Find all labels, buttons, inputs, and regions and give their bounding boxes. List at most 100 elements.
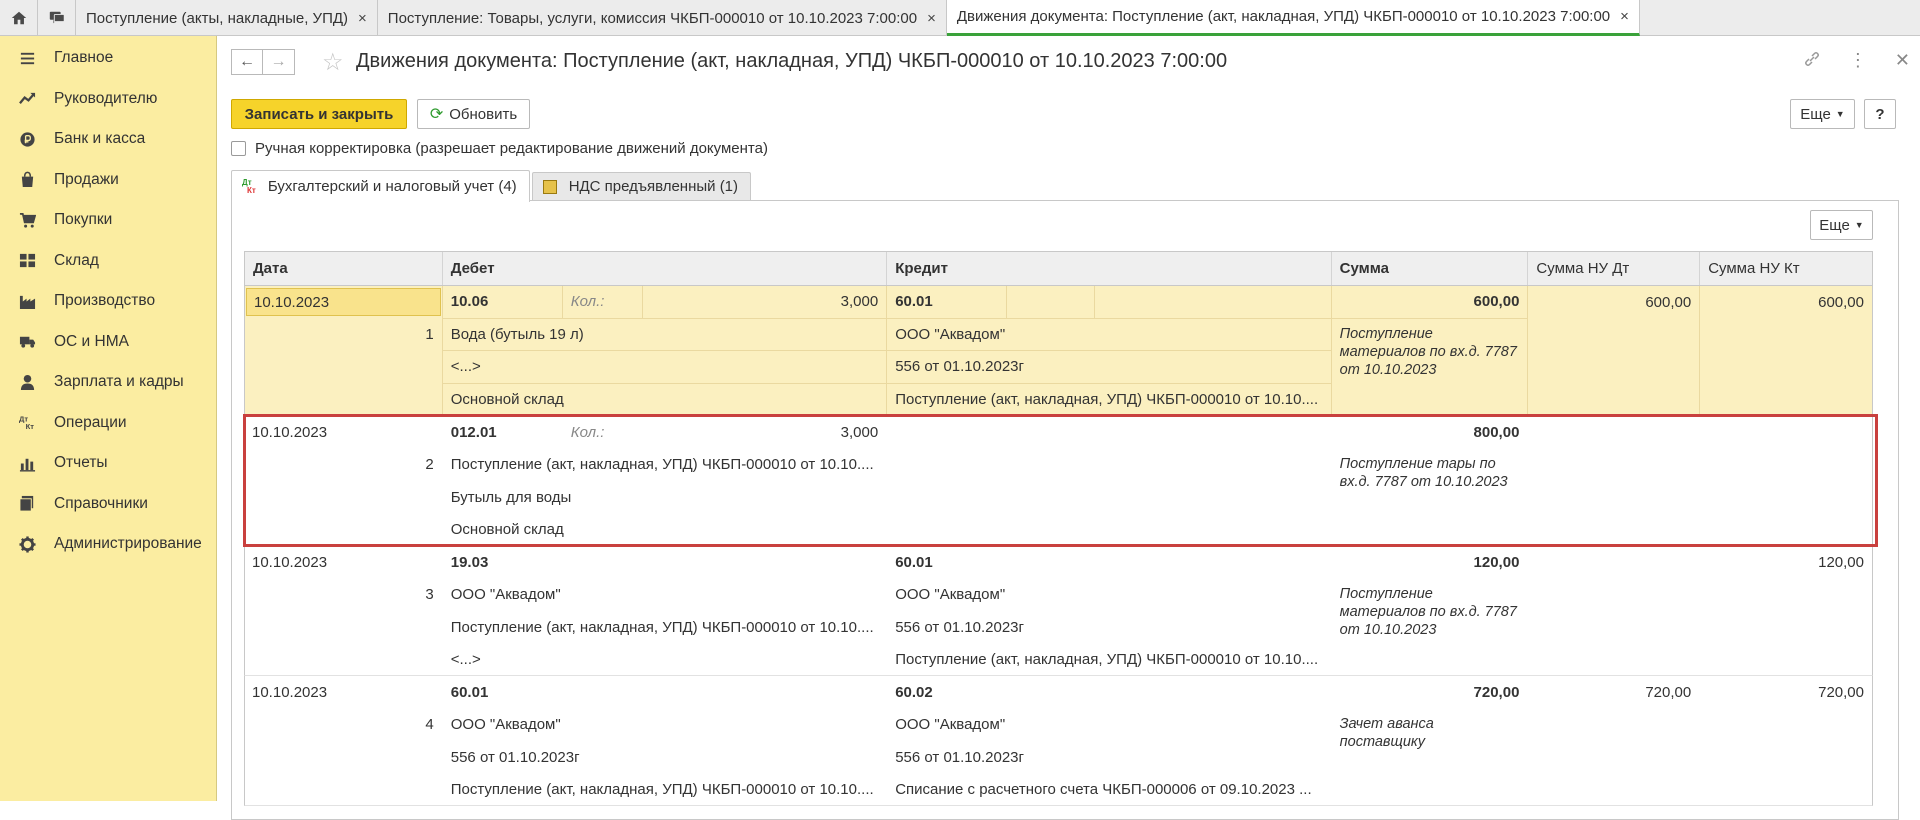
- credit-subconto-1[interactable]: ООО "Аквадом": [887, 579, 1330, 612]
- debit-subconto-2[interactable]: <...>: [442, 351, 887, 384]
- sidebar-item-production[interactable]: Производство: [0, 281, 216, 322]
- sidebar-item-sales[interactable]: Продажи: [0, 160, 216, 201]
- help-button[interactable]: ?: [1864, 99, 1896, 129]
- amount-cell[interactable]: 120,00: [1332, 546, 1528, 579]
- amount-cell[interactable]: 800,00: [1332, 416, 1528, 449]
- credit-account[interactable]: [887, 416, 1330, 449]
- debit-subconto-1[interactable]: ООО "Аквадом": [443, 579, 886, 612]
- debit-subconto-2[interactable]: Бутыль для воды: [443, 481, 886, 514]
- close-icon[interactable]: ×: [358, 10, 367, 27]
- credit-account[interactable]: 60.01: [887, 546, 1330, 579]
- sidebar-item-operations[interactable]: Дт Кт Операции: [0, 403, 216, 444]
- amount-cell[interactable]: 600,00: [1331, 286, 1528, 319]
- quantity-label: Кол.:: [570, 423, 605, 441]
- debit-subconto-1[interactable]: Поступление (акт, накладная, УПД) ЧКБП-0…: [443, 449, 886, 482]
- column-header-date[interactable]: Дата: [245, 252, 443, 285]
- table-row[interactable]: 10.10.2023 2 012.01 Кол.: 3,000 Поступле…: [244, 416, 1873, 546]
- table-row[interactable]: 10.10.2023 3 19.03 ООО "Аквадом" Поступл…: [244, 546, 1873, 676]
- amount-cell[interactable]: 720,00: [1332, 676, 1528, 709]
- comment-cell[interactable]: Поступление материалов по вх.д. 7787 от …: [1332, 319, 1528, 379]
- manual-edit-checkbox-row[interactable]: Ручная корректировка (разрешает редактир…: [231, 140, 768, 157]
- debit-subconto-1[interactable]: Вода (бутыль 19 л): [442, 319, 887, 351]
- debit-subconto-3[interactable]: Поступление (акт, накладная, УПД) ЧКБП-0…: [443, 774, 886, 807]
- tax-amount-kt-cell[interactable]: [1700, 416, 1872, 449]
- sidebar-item-main[interactable]: Главное: [0, 38, 216, 79]
- debit-subconto-2[interactable]: 556 от 01.10.2023г: [443, 741, 886, 774]
- favorite-star-icon[interactable]: ☆: [322, 48, 344, 77]
- refresh-button[interactable]: ⟳ Обновить: [417, 99, 530, 129]
- forward-button[interactable]: →: [263, 49, 295, 75]
- credit-subconto-1[interactable]: ООО "Аквадом": [887, 319, 1331, 351]
- sidebar-item-bank[interactable]: Банк и касса: [0, 119, 216, 160]
- tax-amount-dt-cell[interactable]: 600,00: [1528, 286, 1699, 319]
- credit-subconto-3[interactable]: Поступление (акт, накладная, УПД) ЧКБП-0…: [887, 384, 1330, 417]
- credit-subconto-2[interactable]: 556 от 01.10.2023г: [887, 351, 1331, 384]
- window-tab-document-movements[interactable]: Движения документа: Поступление (акт, на…: [946, 0, 1640, 36]
- back-button[interactable]: ←: [231, 49, 263, 75]
- debit-subconto-1[interactable]: ООО "Аквадом": [443, 709, 886, 742]
- debit-subconto-3[interactable]: Основной склад: [443, 384, 886, 417]
- debit-account[interactable]: 012.01: [443, 416, 563, 449]
- credit-subconto-2[interactable]: 556 от 01.10.2023г: [887, 741, 1330, 774]
- column-header-debit[interactable]: Дебет: [443, 252, 888, 285]
- close-icon[interactable]: ×: [927, 10, 936, 27]
- credit-subconto-2[interactable]: 556 от 01.10.2023г: [887, 611, 1330, 644]
- sidebar-item-fixed-assets[interactable]: ОС и НМА: [0, 322, 216, 363]
- manual-edit-checkbox[interactable]: [231, 141, 246, 156]
- credit-subconto-3[interactable]: Списание с расчетного счета ЧКБП-000006 …: [887, 774, 1330, 807]
- sidebar-item-payroll[interactable]: Зарплата и кадры: [0, 362, 216, 403]
- save-and-close-button[interactable]: Записать и закрыть: [231, 99, 407, 129]
- credit-subconto-3[interactable]: Поступление (акт, накладная, УПД) ЧКБП-0…: [887, 644, 1330, 677]
- tax-amount-dt-cell[interactable]: [1528, 546, 1699, 579]
- date-cell[interactable]: 10.10.2023: [245, 678, 442, 706]
- window-tab-receipt-document[interactable]: Поступление: Товары, услуги, комиссия ЧК…: [378, 0, 947, 36]
- credit-subconto-1[interactable]: ООО "Аквадом": [887, 709, 1330, 742]
- debit-subconto-2[interactable]: Поступление (акт, накладная, УПД) ЧКБП-0…: [443, 611, 886, 644]
- comment-cell[interactable]: Поступление материалов по вх.д. 7787 от …: [1332, 579, 1528, 639]
- tax-amount-dt-cell[interactable]: [1528, 416, 1699, 449]
- sidebar-item-purchases[interactable]: Покупки: [0, 200, 216, 241]
- sidebar-item-warehouse[interactable]: Склад: [0, 241, 216, 282]
- table-more-button[interactable]: Еще ▼: [1810, 210, 1873, 240]
- link-icon[interactable]: [1803, 50, 1821, 73]
- table-row[interactable]: 10.10.2023 4 60.01 ООО "Аквадом" 556 от …: [244, 676, 1873, 806]
- debit-quantity[interactable]: 3,000: [643, 286, 886, 318]
- credit-account[interactable]: 60.01: [887, 286, 1008, 318]
- debit-account[interactable]: 19.03: [443, 546, 886, 579]
- home-icon[interactable]: [0, 0, 38, 36]
- sidebar-item-directories[interactable]: Справочники: [0, 484, 216, 525]
- truck-icon: [18, 333, 36, 351]
- chat-icon[interactable]: [38, 0, 76, 36]
- tax-amount-dt-cell[interactable]: 720,00: [1528, 676, 1699, 709]
- close-icon[interactable]: ×: [1620, 8, 1629, 25]
- comment-cell[interactable]: Зачет аванса поставщику: [1332, 709, 1528, 751]
- more-button[interactable]: Еще ▼: [1790, 99, 1855, 129]
- date-cell[interactable]: 10.10.2023: [245, 418, 442, 446]
- credit-quantity[interactable]: [1095, 286, 1330, 318]
- sidebar-item-manager[interactable]: Руководителю: [0, 79, 216, 120]
- column-header-credit[interactable]: Кредит: [887, 252, 1332, 285]
- column-header-amount[interactable]: Сумма: [1332, 252, 1529, 285]
- column-header-tax-amount-dt[interactable]: Сумма НУ Дт: [1528, 252, 1701, 285]
- debit-subconto-3[interactable]: Основной склад: [443, 514, 886, 547]
- debit-subconto-3[interactable]: <...>: [443, 644, 886, 677]
- debit-account[interactable]: 60.01: [443, 676, 886, 709]
- date-cell[interactable]: 10.10.2023: [246, 288, 441, 316]
- tax-amount-kt-cell[interactable]: 720,00: [1700, 676, 1872, 709]
- debit-quantity[interactable]: 3,000: [643, 416, 886, 449]
- sidebar-item-administration[interactable]: Администрирование: [0, 524, 216, 565]
- tab-vat[interactable]: НДС предъявленный (1): [531, 172, 752, 200]
- comment-cell[interactable]: Поступление тары по вх.д. 7787 от 10.10.…: [1332, 449, 1528, 491]
- column-header-tax-amount-kt[interactable]: Сумма НУ Кт: [1700, 252, 1872, 285]
- table-row[interactable]: 10.10.2023 1 10.06 Кол.: 3,000 Вода (бут…: [244, 286, 1873, 416]
- more-vertical-icon[interactable]: ⋮: [1849, 50, 1867, 73]
- credit-account[interactable]: 60.02: [887, 676, 1330, 709]
- date-cell[interactable]: 10.10.2023: [245, 548, 442, 576]
- close-icon[interactable]: ✕: [1895, 50, 1910, 73]
- window-tab-receipts-list[interactable]: Поступление (акты, накладные, УПД) ×: [76, 0, 378, 36]
- debit-account[interactable]: 10.06: [443, 286, 563, 318]
- tax-amount-kt-cell[interactable]: 600,00: [1700, 286, 1872, 319]
- sidebar-item-reports[interactable]: Отчеты: [0, 443, 216, 484]
- tab-accounting[interactable]: Дт Кт Бухгалтерский и налоговый учет (4): [231, 170, 530, 202]
- tax-amount-kt-cell[interactable]: 120,00: [1700, 546, 1872, 579]
